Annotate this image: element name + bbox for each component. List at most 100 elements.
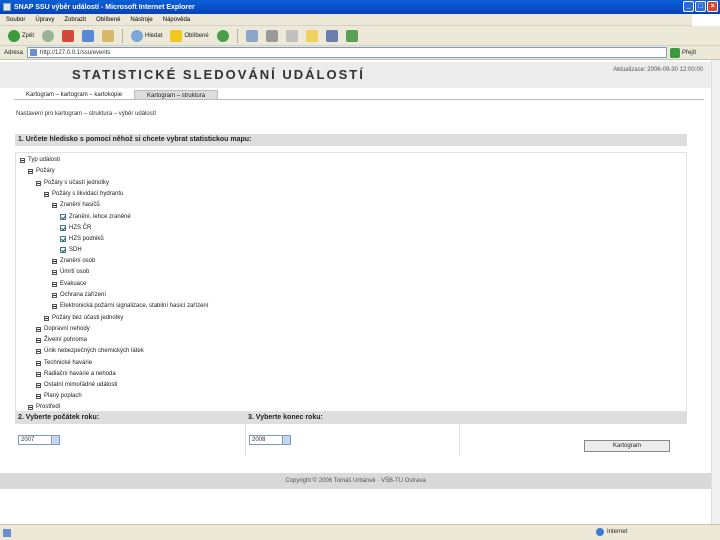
draw-map-button[interactable]: Kartogram [584, 440, 670, 452]
tree-item[interactable]: Únik nebezpečných chemických látek [36, 348, 144, 354]
tree-item-label: Únik nebezpečných chemických látek [44, 348, 144, 354]
tree-item[interactable]: Prostředí [28, 404, 60, 410]
header-band: STATISTICKÉ SLEDOVÁNÍ UDÁLOSTÍ Aktualiza… [0, 62, 711, 88]
minimize-button[interactable]: _ [683, 1, 694, 12]
edit-icon [285, 29, 298, 42]
search-button[interactable]: Hledat [129, 28, 164, 44]
collapse-toggle-icon[interactable] [52, 281, 57, 287]
page-title: STATISTICKÉ SLEDOVÁNÍ UDÁLOSTÍ [72, 67, 365, 82]
history-icon [216, 29, 229, 42]
address-label: Adresa [4, 49, 24, 56]
start-year-select[interactable]: 2007 [18, 435, 60, 445]
tab-underline [14, 99, 704, 100]
tree-item-label: Planý poplach [44, 393, 82, 399]
collapse-toggle-icon[interactable] [52, 258, 57, 264]
globe-icon [596, 528, 604, 536]
menu-edit[interactable]: Úpravy [35, 17, 54, 23]
address-input[interactable]: http://127.0.0.1/ssu/events [27, 47, 668, 58]
tree-item[interactable]: Zranění hasičů [52, 202, 100, 208]
go-button[interactable]: Přejít [670, 47, 696, 58]
favorites-label: Oblíbené [184, 32, 209, 39]
tree-checkbox[interactable] [60, 247, 66, 253]
tree-item[interactable]: Zranění osob [52, 258, 95, 264]
menu-tools[interactable]: Nástroje [130, 17, 152, 23]
tree-item[interactable]: Planý poplach [36, 393, 82, 399]
ie-icon [3, 3, 11, 11]
back-button[interactable]: Zpět [6, 28, 36, 44]
tree-item[interactable]: Evakuace [52, 281, 86, 287]
tree-checkbox[interactable] [60, 225, 66, 231]
print-button[interactable] [264, 28, 280, 44]
edit-button[interactable] [284, 28, 300, 44]
tree-item-label: Ostatní mimořádné události [44, 382, 118, 388]
collapse-toggle-icon[interactable] [36, 337, 41, 343]
collapse-toggle-icon[interactable] [52, 292, 57, 298]
tree-item[interactable]: SDH [60, 247, 82, 253]
column-divider [245, 424, 246, 456]
collapse-toggle-icon[interactable] [36, 180, 41, 186]
tree-item-label: Typ události [28, 157, 61, 163]
menu-view[interactable]: Zobrazit [64, 17, 86, 23]
tree-item[interactable]: Živelní pohroma [36, 337, 87, 343]
end-year-select[interactable]: 2008 [249, 435, 291, 445]
tree-item[interactable]: Dopravní nehody [36, 326, 90, 332]
mail-button[interactable] [244, 28, 260, 44]
folder-button[interactable] [304, 28, 320, 44]
tools-button[interactable] [344, 28, 360, 44]
stop-button[interactable] [60, 28, 76, 44]
tree-item[interactable]: Požáry [28, 168, 55, 174]
collapse-toggle-icon[interactable] [36, 348, 41, 354]
maximize-button[interactable]: □ [695, 1, 706, 12]
refresh-button[interactable] [80, 28, 96, 44]
messenger-icon [325, 29, 338, 42]
collapse-toggle-icon[interactable] [44, 315, 49, 321]
home-button[interactable] [100, 28, 116, 44]
tree-item[interactable]: Elektronická požární signalizace, stabil… [52, 303, 208, 309]
messenger-button[interactable] [324, 28, 340, 44]
tree-item[interactable]: HZS ČR [60, 225, 91, 231]
toolbar: Zpět Hledat Oblíbené [0, 26, 720, 46]
close-button[interactable]: × [707, 1, 718, 12]
tree-item[interactable]: Ochrana zařízení [52, 292, 106, 298]
tree-item[interactable]: Požáry s likvidací hydrantu [44, 191, 123, 197]
menu-help[interactable]: Nápověda [163, 17, 190, 23]
collapse-toggle-icon[interactable] [36, 393, 41, 399]
tree-item[interactable]: Radiační havárie a nehoda [36, 371, 116, 377]
favorites-button[interactable]: Oblíbené [168, 28, 210, 44]
refresh-icon [82, 29, 95, 42]
collapse-toggle-icon[interactable] [36, 371, 41, 377]
collapse-toggle-icon[interactable] [36, 326, 41, 332]
collapse-toggle-icon[interactable] [36, 360, 41, 366]
collapse-toggle-icon[interactable] [28, 404, 33, 410]
collapse-toggle-icon[interactable] [52, 303, 57, 309]
vertical-scrollbar[interactable] [711, 60, 720, 524]
collapse-toggle-icon[interactable] [44, 191, 49, 197]
tree-item[interactable]: Požáry s účastí jednotky [36, 180, 109, 186]
collapse-toggle-icon[interactable] [52, 202, 57, 208]
tree-item[interactable]: Zranění, lehce zraněné [60, 214, 131, 220]
star-icon [170, 29, 183, 42]
tree-checkbox[interactable] [60, 214, 66, 220]
go-arrow-icon [670, 47, 681, 58]
collapse-toggle-icon[interactable] [28, 168, 33, 174]
home-icon [102, 29, 115, 42]
forward-button[interactable] [40, 28, 56, 44]
collapse-toggle-icon[interactable] [52, 269, 57, 275]
tree-item[interactable]: Požáry bez účasti jednotky [44, 315, 123, 321]
collapse-toggle-icon[interactable] [36, 382, 41, 388]
event-type-tree: Typ události Požáry Požáry s účastí jednot… [15, 152, 687, 412]
chevron-down-icon [51, 436, 59, 444]
back-label: Zpět [22, 32, 35, 39]
history-button[interactable] [215, 28, 231, 44]
security-zone: Internet [596, 528, 627, 536]
menu-file[interactable]: Soubor [6, 17, 25, 23]
tree-item[interactable]: Typ události [20, 157, 60, 163]
tree-checkbox[interactable] [60, 236, 66, 242]
tree-item[interactable]: Technické havárie [36, 360, 92, 366]
collapse-toggle-icon[interactable] [20, 157, 25, 163]
mail-icon [245, 29, 258, 42]
tree-item[interactable]: Úmrtí osob [52, 269, 89, 275]
menu-favorites[interactable]: Oblíbené [96, 17, 120, 23]
tree-item[interactable]: HZS podniků [60, 236, 104, 242]
tree-item[interactable]: Ostatní mimořádné události [36, 382, 117, 388]
